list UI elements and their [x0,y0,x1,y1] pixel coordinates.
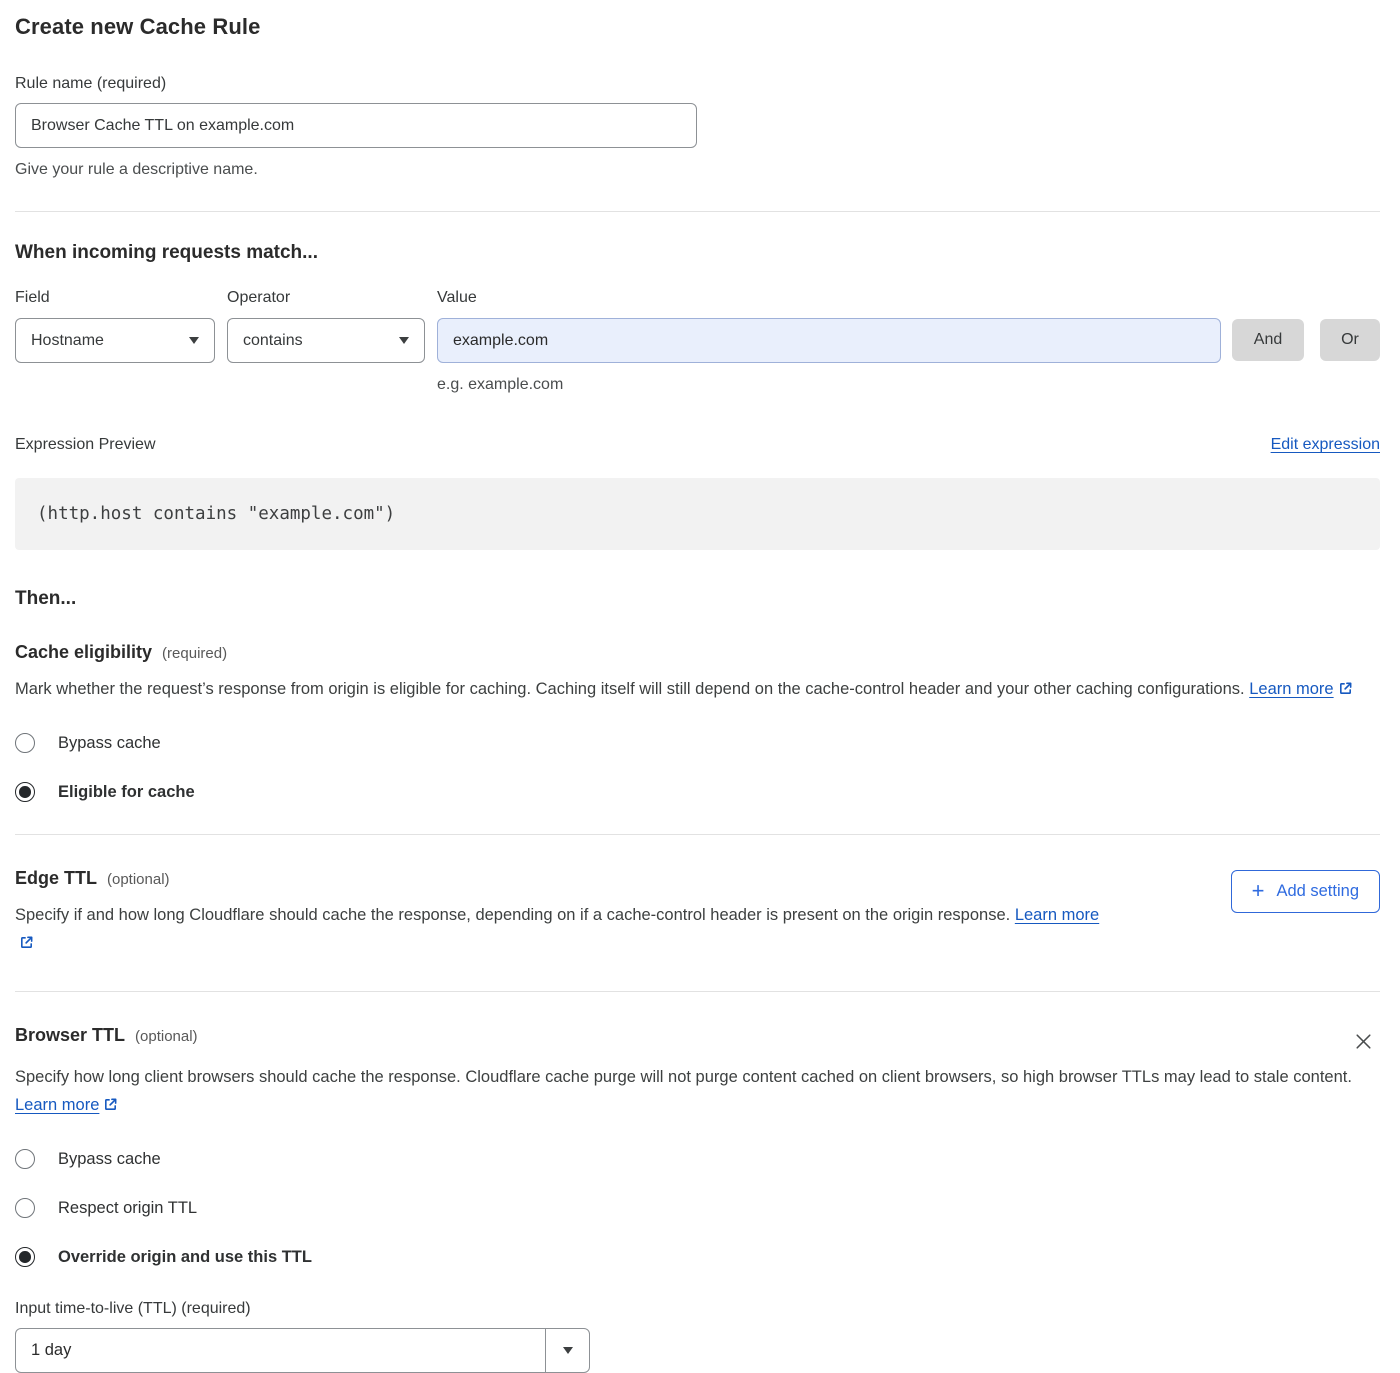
browser-ttl-learn-more-link[interactable]: Learn more [15,1096,99,1114]
caret-down-icon [189,337,199,344]
field-select[interactable]: Hostname [15,318,215,363]
cache-eligibility-learn-more-link[interactable]: Learn more [1249,680,1333,698]
value-label: Value [437,289,1221,307]
match-heading: When incoming requests match... [15,242,1380,264]
divider [15,834,1380,835]
rule-name-label: Rule name (required) [15,75,1380,93]
create-cache-rule-form: Create new Cache Rule Rule name (require… [0,0,1400,1373]
radio-override-origin-ttl[interactable]: Override origin and use this TTL [15,1247,1380,1267]
match-value-input[interactable] [437,318,1221,363]
plus-icon: + [1252,880,1265,902]
edge-ttl-description: Specify if and how long Cloudflare shoul… [15,901,1110,959]
divider [15,211,1380,212]
cache-eligibility-title: Cache eligibility [15,642,152,663]
external-link-icon [19,931,34,959]
edge-ttl-badge: (optional) [107,871,170,888]
ttl-select[interactable]: 1 day [15,1328,590,1373]
ttl-input-label: Input time-to-live (TTL) (required) [15,1300,1380,1318]
field-label: Field [15,289,215,307]
browser-ttl-section: Browser TTL (optional) Specify how long … [15,1025,1380,1373]
operator-column: Operator contains [227,289,425,363]
radio-respect-origin-ttl[interactable]: Respect origin TTL [15,1198,1380,1218]
radio-eligible-for-cache[interactable]: Eligible for cache [15,782,1380,802]
caret-down-icon [563,1347,573,1354]
radio-browser-bypass-cache[interactable]: Bypass cache [15,1149,1380,1169]
external-link-icon [1338,677,1353,705]
operator-label: Operator [227,289,425,307]
edge-ttl-section: Edge TTL (optional) Specify if and how l… [15,868,1380,959]
value-column: Value [437,289,1221,363]
cache-eligibility-section: Cache eligibility (required) Mark whethe… [15,642,1380,802]
external-link-icon [103,1093,118,1121]
radio-bypass-cache[interactable]: Bypass cache [15,733,1380,753]
add-setting-button[interactable]: + Add setting [1231,870,1380,913]
expression-code-block: (http.host contains "example.com") [15,478,1380,550]
operator-select-value: contains [243,332,303,350]
then-heading: Then... [15,588,1380,610]
or-button[interactable]: Or [1320,319,1380,361]
browser-ttl-description: Specify how long client browsers should … [15,1063,1360,1121]
radio-icon[interactable] [15,733,35,753]
expression-preview-label: Expression Preview [15,436,156,454]
operator-select[interactable]: contains [227,318,425,363]
and-button[interactable]: And [1232,319,1304,361]
radio-icon[interactable] [15,1149,35,1169]
match-builder-row: Field Hostname Operator contains Value A… [15,289,1380,363]
value-help: e.g. example.com [437,376,1380,394]
edge-ttl-learn-more-link[interactable]: Learn more [1015,906,1099,924]
radio-icon[interactable] [15,782,35,802]
browser-ttl-badge: (optional) [135,1028,198,1045]
divider [15,991,1380,992]
radio-icon[interactable] [15,1247,35,1267]
remove-browser-ttl-button[interactable] [1349,1027,1378,1059]
browser-ttl-title: Browser TTL [15,1025,125,1046]
rule-name-input[interactable] [15,103,697,148]
page-title: Create new Cache Rule [15,14,1380,40]
cache-eligibility-description: Mark whether the request’s response from… [15,675,1360,705]
ttl-select-value: 1 day [16,1329,545,1372]
close-icon [1353,1031,1374,1052]
edge-ttl-title: Edge TTL [15,868,97,889]
cache-eligibility-badge: (required) [162,645,227,662]
field-column: Field Hostname [15,289,215,363]
expression-code: (http.host contains "example.com") [37,504,395,524]
caret-down-icon [399,337,409,344]
ttl-select-arrow-cell[interactable] [545,1329,589,1372]
field-select-value: Hostname [31,332,104,350]
rule-name-help: Give your rule a descriptive name. [15,161,1380,179]
edit-expression-link[interactable]: Edit expression [1271,436,1380,454]
radio-icon[interactable] [15,1198,35,1218]
